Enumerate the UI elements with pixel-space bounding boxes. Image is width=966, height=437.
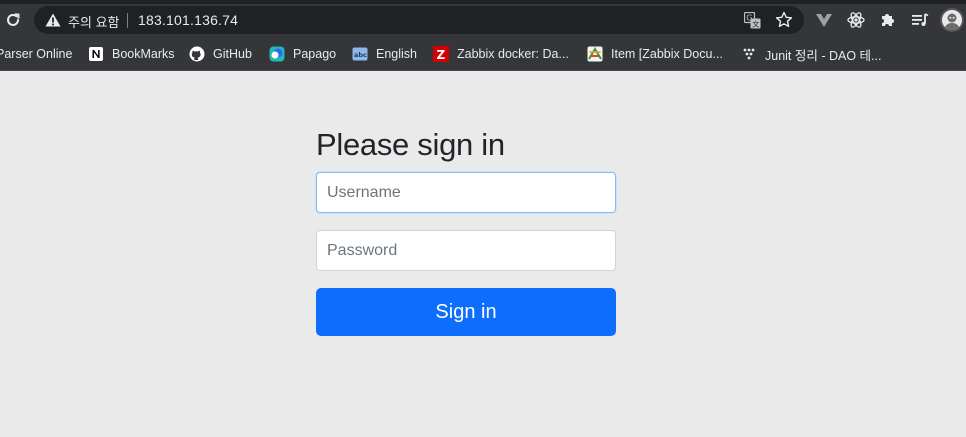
password-input[interactable] — [316, 230, 616, 271]
zabbix-doc-icon — [587, 46, 603, 62]
media-queue-icon[interactable] — [910, 10, 930, 30]
bookmark-label: Junit 정리 - DAO 테... — [765, 48, 882, 63]
bookmark-label: BookMarks — [112, 47, 175, 61]
bookmark-item-zabbix-docu[interactable]: Item [Zabbix Docu... — [587, 44, 723, 64]
bookmark-junit[interactable]: Junit 정리 - DAO 테... — [741, 44, 881, 64]
bookmark-bookmarks[interactable]: BookMarks — [88, 44, 175, 64]
username-input[interactable] — [316, 172, 616, 213]
security-status-text[interactable]: 주의 요함 — [68, 12, 119, 31]
extensions-puzzle-icon[interactable] — [878, 10, 898, 30]
bookmark-zabbix-docker[interactable]: Z Zabbix docker: Da... — [433, 44, 569, 64]
github-icon — [189, 46, 205, 62]
bookmark-papago[interactable]: Papago — [269, 44, 336, 64]
dots-icon — [743, 48, 755, 60]
warning-icon[interactable] — [45, 13, 61, 27]
page-content: Please sign in Sign in — [0, 72, 966, 437]
url-text[interactable]: 183.101.136.74 — [138, 12, 238, 28]
bookmark-parser-online[interactable]: Parser Online — [0, 44, 72, 64]
abc-icon: abc — [352, 47, 368, 61]
avatar-face-icon — [944, 13, 960, 30]
signin-heading: Please sign in — [316, 127, 505, 162]
bookmark-label: Papago — [293, 47, 337, 61]
vue-devtools-icon[interactable] — [814, 10, 834, 30]
bookmark-label: Item [Zabbix Docu... — [611, 47, 723, 61]
bookmark-label: GitHub — [213, 47, 252, 61]
papago-icon — [269, 46, 285, 62]
react-devtools-icon[interactable] — [846, 10, 866, 30]
reload-icon[interactable] — [4, 11, 22, 29]
bookmark-label: English — [376, 47, 417, 61]
bookmark-github[interactable]: GitHub — [189, 44, 252, 64]
svg-text:文: 文 — [752, 20, 759, 29]
translate-icon[interactable]: G 文 — [744, 12, 761, 29]
svg-text:abc: abc — [354, 51, 367, 59]
address-divider — [127, 13, 128, 28]
bookmarks-bar: Parser Online BookMarks GitHub Papago ab… — [0, 38, 966, 71]
profile-avatar[interactable] — [940, 8, 964, 32]
bookmark-english[interactable]: abc English — [352, 44, 417, 64]
svg-text:Z: Z — [437, 48, 446, 62]
bookmark-star-icon[interactable] — [775, 11, 793, 29]
browser-toolbar: 주의 요함 183.101.136.74 G 文 — [0, 0, 966, 38]
zabbix-icon: Z — [433, 46, 449, 62]
notion-icon — [89, 47, 103, 61]
bookmark-label: Parser Online — [0, 47, 73, 61]
bookmark-label: Zabbix docker: Da... — [457, 47, 569, 61]
sign-in-button[interactable]: Sign in — [316, 288, 616, 336]
address-bar[interactable]: 주의 요함 183.101.136.74 G 文 — [34, 6, 804, 34]
tab-strip-edge — [0, 0, 966, 4]
